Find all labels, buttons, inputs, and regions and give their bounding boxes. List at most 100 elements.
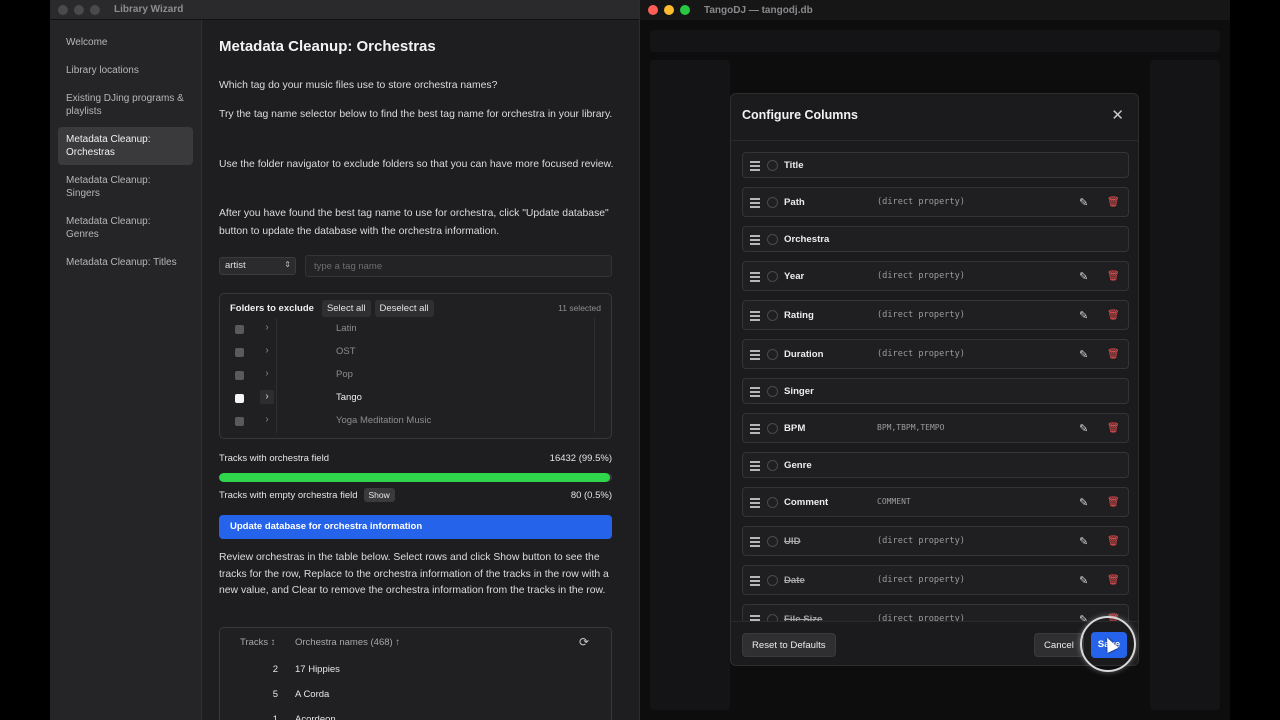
drag-handle-icon[interactable] (750, 235, 760, 247)
folder-row[interactable]: › Tango (220, 387, 611, 410)
sidebar-item-2[interactable]: Existing DJing programs & playlists (58, 86, 193, 124)
folder-row[interactable]: › Latin (220, 318, 611, 341)
visibility-toggle[interactable] (767, 422, 778, 434)
drag-handle-icon[interactable] (750, 350, 760, 362)
chevron-right-icon[interactable]: › (260, 344, 274, 358)
visibility-toggle[interactable] (767, 496, 778, 508)
edit-pencil-icon[interactable]: ✎ (1079, 270, 1088, 283)
tracks-column-header[interactable]: Tracks ↕ (240, 637, 276, 648)
tangodj-minimize-button[interactable] (664, 5, 674, 15)
minimize-window-button[interactable] (74, 4, 84, 15)
visibility-toggle[interactable] (767, 159, 778, 171)
edit-pencil-icon[interactable]: ✎ (1079, 535, 1088, 548)
delete-trash-icon[interactable]: 🗑 (1107, 310, 1120, 321)
visibility-toggle[interactable] (767, 270, 778, 282)
tangodj-zoom-button[interactable] (680, 5, 690, 15)
column-row-uid[interactable]: UID (direct property) ✎ 🗑 (742, 526, 1129, 556)
drag-handle-icon[interactable] (750, 498, 760, 510)
drag-handle-icon[interactable] (750, 537, 760, 549)
drag-handle-icon[interactable] (750, 424, 760, 436)
column-row-bpm[interactable]: BPM BPM,TBPM,TEMPO ✎ 🗑 (742, 413, 1129, 443)
visibility-toggle[interactable] (767, 348, 778, 360)
refresh-icon[interactable]: ⟳ (579, 635, 589, 649)
column-row-singer[interactable]: Singer (742, 378, 1129, 404)
drag-handle-icon[interactable] (750, 161, 760, 173)
chevron-right-icon[interactable]: › (260, 321, 274, 335)
visibility-toggle[interactable] (767, 535, 778, 547)
visibility-toggle[interactable] (767, 309, 778, 321)
column-row-path[interactable]: Path (direct property) ✎ 🗑 (742, 187, 1129, 217)
sidebar-item-3[interactable]: Metadata Cleanup: Orchestras (58, 127, 193, 165)
update-database-button[interactable]: Update database for orchestra informatio… (219, 515, 612, 539)
folder-checkbox[interactable] (235, 348, 244, 357)
sidebar-item-0[interactable]: Welcome (58, 30, 193, 55)
column-row-file-size[interactable]: File Size (direct property) ✎ 🗑 (742, 604, 1129, 621)
drag-handle-icon[interactable] (750, 311, 760, 323)
edit-pencil-icon[interactable]: ✎ (1079, 196, 1088, 209)
deselect-all-button[interactable]: Deselect all (374, 299, 434, 317)
sidebar-item-4[interactable]: Metadata Cleanup: Singers (58, 168, 193, 206)
column-row-date[interactable]: Date (direct property) ✎ 🗑 (742, 565, 1129, 595)
column-row-duration[interactable]: Duration (direct property) ✎ 🗑 (742, 339, 1129, 369)
sidebar-item-6[interactable]: Metadata Cleanup: Titles (58, 250, 193, 275)
edit-pencil-icon[interactable]: ✎ (1079, 348, 1088, 361)
select-all-button[interactable]: Select all (321, 299, 371, 317)
column-row-genre[interactable]: Genre (742, 452, 1129, 478)
tag-name-input[interactable]: type a tag name (305, 255, 612, 277)
folder-checkbox[interactable] (235, 371, 244, 380)
folder-row[interactable]: › Yoga Meditation Music (220, 410, 611, 433)
tracks-with-field-value: 16432 (99.5%) (549, 453, 612, 464)
orchestra-names-column-header[interactable]: Orchestra names (468) ↑ (295, 637, 400, 648)
drag-handle-icon[interactable] (750, 387, 760, 399)
drag-handle-icon[interactable] (750, 576, 760, 588)
column-row-title[interactable]: Title (742, 152, 1129, 178)
reset-to-defaults-button[interactable]: Reset to Defaults (742, 633, 836, 657)
delete-trash-icon[interactable]: 🗑 (1107, 575, 1120, 586)
visibility-toggle[interactable] (767, 385, 778, 397)
close-icon[interactable]: ✕ (1111, 108, 1124, 123)
drag-handle-icon[interactable] (750, 198, 760, 210)
column-row-comment[interactable]: Comment COMMENT ✎ 🗑 (742, 487, 1129, 517)
folder-checkbox[interactable] (235, 394, 244, 403)
tag-name-select[interactable]: artist ⇕ (219, 257, 296, 275)
chevron-right-icon[interactable]: › (260, 390, 274, 404)
edit-pencil-icon[interactable]: ✎ (1079, 309, 1088, 322)
column-name: Comment (784, 497, 829, 508)
delete-trash-icon[interactable]: 🗑 (1107, 349, 1120, 360)
close-window-button[interactable] (58, 4, 68, 15)
edit-pencil-icon[interactable]: ✎ (1079, 574, 1088, 587)
visibility-toggle[interactable] (767, 233, 778, 245)
edit-pencil-icon[interactable]: ✎ (1079, 613, 1088, 621)
visibility-toggle[interactable] (767, 613, 778, 621)
edit-pencil-icon[interactable]: ✎ (1079, 496, 1088, 509)
chevron-right-icon[interactable]: › (260, 413, 274, 427)
delete-trash-icon[interactable]: 🗑 (1107, 423, 1120, 434)
visibility-toggle[interactable] (767, 459, 778, 471)
tangodj-close-button[interactable] (648, 5, 658, 15)
zoom-window-button[interactable] (90, 4, 100, 15)
drag-handle-icon[interactable] (750, 272, 760, 284)
delete-trash-icon[interactable]: 🗑 (1107, 197, 1120, 208)
visibility-toggle[interactable] (767, 196, 778, 208)
column-row-orchestra[interactable]: Orchestra (742, 226, 1129, 252)
delete-trash-icon[interactable]: 🗑 (1107, 271, 1120, 282)
folder-row[interactable]: › Pop (220, 364, 611, 387)
table-row[interactable]: 2 17 Hippies (220, 658, 611, 683)
delete-trash-icon[interactable]: 🗑 (1107, 497, 1120, 508)
folder-checkbox[interactable] (235, 417, 244, 426)
show-empty-button[interactable]: Show (363, 488, 395, 502)
table-row[interactable]: 1 Acordeon (220, 708, 611, 720)
folder-checkbox[interactable] (235, 325, 244, 334)
cancel-button[interactable]: Cancel (1034, 633, 1084, 657)
table-row[interactable]: 5 A Corda (220, 683, 611, 708)
delete-trash-icon[interactable]: 🗑 (1107, 536, 1120, 547)
drag-handle-icon[interactable] (750, 461, 760, 473)
sidebar-item-1[interactable]: Library locations (58, 58, 193, 83)
chevron-right-icon[interactable]: › (260, 367, 274, 381)
column-row-rating[interactable]: Rating (direct property) ✎ 🗑 (742, 300, 1129, 330)
sidebar-item-5[interactable]: Metadata Cleanup: Genres (58, 209, 193, 247)
visibility-toggle[interactable] (767, 574, 778, 586)
edit-pencil-icon[interactable]: ✎ (1079, 422, 1088, 435)
column-row-year[interactable]: Year (direct property) ✎ 🗑 (742, 261, 1129, 291)
folder-row[interactable]: › OST (220, 341, 611, 364)
